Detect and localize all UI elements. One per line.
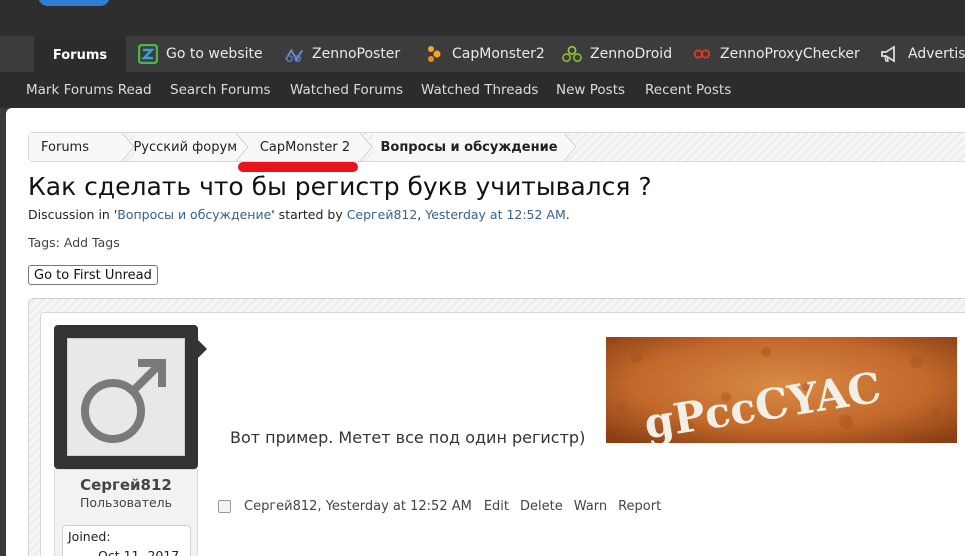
breadcrumb-separator-icon [564,133,577,161]
delete-link[interactable]: Delete [520,499,563,514]
tab-zennodroid[interactable]: ZennoDroid [562,36,672,72]
breadcrumb-separator-icon [236,133,249,161]
tab-label: ZennoDroid [590,46,673,62]
proxychecker-icon [692,44,712,64]
go-to-first-unread-button[interactable]: Go to First Unread [28,265,158,285]
report-link[interactable]: Report [618,499,661,514]
top-header-strip [0,0,965,36]
subnav-new-posts[interactable]: New Posts [556,72,625,108]
meta-text: Discussion in ' [28,207,118,222]
add-tags-link[interactable]: Add Tags [64,235,120,250]
subnav-mark-forums-read[interactable]: Mark Forums Read [26,72,152,108]
breadcrumb-separator-icon [360,133,373,161]
zennodroid-icon [562,44,582,64]
zennoposter-icon [284,44,304,64]
warn-link[interactable]: Warn [574,499,607,514]
sub-navigation: Mark Forums Read Search Forums Watched F… [0,72,965,108]
select-post-checkbox[interactable] [218,499,231,513]
tab-label: Go to website [166,46,263,62]
captcha-image: gPccCYAC [606,337,957,443]
breadcrumb-forums[interactable]: Forums [29,133,123,161]
joined-label: Joined: [68,529,111,544]
tab-capmonster2[interactable]: CapMonster2 [424,36,545,72]
thread-meta: Discussion in 'Вопросы и обсуждение' sta… [28,207,570,222]
breadcrumb-label: Forums [41,139,89,155]
breadcrumb: Forums Русский форум CapMonster 2 Вопрос… [28,132,965,162]
tab-zennoposter[interactable]: ZennoPoster [284,36,400,72]
tab-label: ZennoPoster [312,46,401,62]
main-nav-tabs: Forums Go to website ZennoPoster CapMons… [0,36,965,74]
tags-label: Tags: [28,235,60,250]
post-message: Вот пример. Метет все под один регистр) [230,428,586,447]
meta-text: . [565,207,570,222]
male-symbol-icon [81,359,166,443]
meta-text: , [317,498,326,514]
forum-link[interactable]: Вопросы и обсуждение [117,207,271,222]
date-link[interactable]: Yesterday at 12:52 AM [425,207,566,222]
breadcrumb-label: CapMonster 2 [259,139,351,155]
subnav-search-forums[interactable]: Search Forums [170,72,271,108]
breadcrumb-current[interactable]: Вопросы и обсуждение [373,133,565,161]
tab-forums-label: Forums [52,47,108,63]
breadcrumb-russian-forum[interactable]: Русский форум [133,133,251,161]
post-footer: Сергей812, Yesterday at 12:52 AM Edit De… [218,497,661,515]
subnav-recent-posts[interactable]: Recent Posts [645,72,731,108]
tab-label: CapMonster2 [452,46,545,62]
breadcrumb-label: Русский форум [133,139,237,155]
zennolab-logo-icon [138,44,158,64]
avatar-pointer [198,340,207,358]
captcha-picture: gPccCYAC [606,337,957,443]
breadcrumb-capmonster2[interactable]: CapMonster 2 [249,133,361,161]
author-link[interactable]: Сергей812 [347,207,418,222]
tab-advertising[interactable]: Advertisin [880,36,965,72]
breadcrumb-label: Вопросы и обсуждение [380,139,558,155]
highlight-underline [238,162,358,172]
tab-label: Advertisin [908,46,965,62]
tab-go-to-website[interactable]: Go to website [138,36,263,72]
avatar[interactable] [67,338,185,456]
user-title: Пользователь [79,495,173,510]
subnav-watched-threads[interactable]: Watched Threads [421,72,538,108]
post-author-link[interactable]: Сергей812 [244,499,317,514]
post-username[interactable]: Сергей812 [54,476,198,494]
meta-text: ' started by [271,207,347,222]
post-date-link[interactable]: Yesterday at 12:52 AM [326,499,472,514]
thread-tags: Tags: Add Tags [28,235,120,250]
capmonster-icon [424,44,444,64]
header-button[interactable] [38,0,110,6]
thread-title: Как сделать что бы регистр букв учитывал… [28,172,652,201]
tab-forums[interactable]: Forums [34,36,126,74]
megaphone-icon [880,44,900,64]
tab-label: ZennoProxyChecker [720,46,860,62]
edit-link[interactable]: Edit [484,499,509,514]
tab-zennoproxychecker[interactable]: ZennoProxyChecker [692,36,860,72]
joined-value: Oct 11, 2017 [98,548,180,556]
subnav-watched-forums[interactable]: Watched Forums [290,72,403,108]
